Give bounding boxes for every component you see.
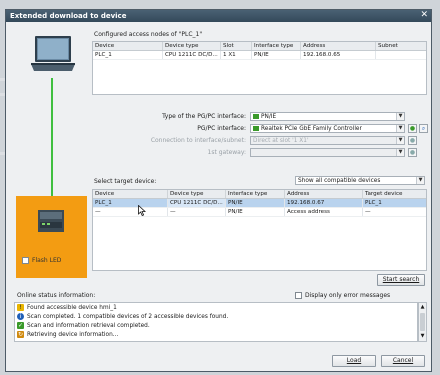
only-errors-checkbox[interactable] (295, 292, 302, 299)
status-message: i Scan completed. 1 compatible devices o… (15, 312, 417, 321)
gateway-properties-button[interactable]: ● (408, 148, 417, 157)
chevron-down-icon: ▼ (416, 177, 424, 184)
start-search-button[interactable]: Start search (377, 274, 425, 286)
cell-address: 192.168.0.65 (301, 51, 376, 59)
cell-device: PLC_1 (93, 199, 168, 207)
connection-label: Connection to interface/subnet: (150, 137, 246, 144)
col-slot: Slot (221, 42, 252, 50)
flash-led-checkbox[interactable] (22, 257, 29, 264)
scroll-down-icon[interactable]: ▼ (419, 333, 426, 339)
col-address: Address (285, 190, 363, 198)
col-interface-type: Interface type (226, 190, 285, 198)
cell-slot: 1 X1 (221, 51, 252, 59)
cell-interface-type: PN/IE (226, 199, 285, 207)
table-header: Device Device type Slot Interface type A… (93, 42, 426, 51)
scroll-thumb[interactable] (420, 313, 425, 331)
connection-value: Direct at slot '1 X1' (253, 138, 309, 144)
configured-nodes-label: Configured access nodes of "PLC_1" (94, 31, 203, 38)
pgpc-interface-label: PG/PC interface: (197, 125, 246, 132)
cell-interface-type: PN/IE (226, 208, 285, 216)
cell-device-type: — (168, 208, 226, 216)
cell-address: Access address (285, 208, 363, 216)
cancel-label: Cancel (392, 357, 414, 364)
chevron-down-icon: ▼ (396, 113, 404, 120)
status-message-text: Scan and information retrieval completed… (27, 322, 150, 329)
connection-properties-button[interactable]: ● (408, 136, 417, 145)
diagnostics-icon[interactable]: ⌕ (419, 124, 428, 133)
dialog-title-bar: Extended download to device ✕ (6, 10, 431, 22)
scroll-up-icon[interactable]: ▲ (419, 303, 426, 311)
status-log-scrollbar[interactable]: ▲ ▼ (418, 302, 427, 342)
interface-properties-button[interactable]: ● (408, 124, 417, 133)
flash-led-label: Flash LED (32, 257, 62, 264)
plc-device-icon (38, 210, 64, 232)
col-subnet: Subnet (378, 43, 398, 49)
connection-select[interactable]: Direct at slot '1 X1' ▼ (250, 136, 405, 145)
target-filter-select[interactable]: Show all compatible devices ▼ (295, 176, 425, 185)
network-card-icon (253, 126, 259, 131)
target-filter-value: Show all compatible devices (298, 178, 381, 184)
warning-icon: ! (17, 304, 24, 311)
chevron-down-icon: ▼ (396, 137, 404, 144)
pgpc-interface-value: Realtek PCIe GbE Family Controller (261, 126, 362, 132)
pgpc-type-label: Type of the PG/PC interface: (162, 113, 246, 120)
retrieve-icon: ↻ (17, 331, 24, 338)
col-target-device: Target device (365, 191, 403, 197)
pgpc-type-select[interactable]: PN/IE ▼ (250, 112, 405, 121)
status-message: ! Found accessible device hmi_1 (15, 303, 417, 312)
connection-line (51, 78, 53, 196)
cancel-button[interactable]: Cancel (381, 355, 425, 367)
status-log: ! Found accessible device hmi_1 i Scan c… (14, 302, 418, 342)
col-address: Address (301, 42, 376, 50)
pn-ie-icon (253, 114, 259, 119)
only-errors-label: Display only error messages (305, 292, 391, 299)
status-message: ↻ Retrieving device information... (15, 330, 417, 339)
col-interface-type: Interface type (252, 42, 301, 50)
target-device-label: Select target device: (94, 178, 157, 185)
pgpc-type-value: PN/IE (261, 114, 277, 120)
cell-target-device: PLC_1 (365, 200, 382, 206)
cell-address: 192.168.0.67 (285, 199, 363, 207)
close-icon[interactable]: ✕ (420, 10, 428, 20)
status-label: Online status information: (17, 292, 96, 299)
configured-nodes-table: Device Device type Slot Interface type A… (92, 41, 427, 95)
status-message: ✓ Scan and information retrieval complet… (15, 321, 417, 330)
status-message-text: Found accessible device hmi_1 (27, 304, 117, 311)
target-devices-table: Device Device type Interface type Addres… (92, 189, 427, 271)
status-message-text: Retrieving device information... (27, 331, 119, 338)
plc-target-panel: Flash LED (16, 196, 87, 278)
col-device-type: Device type (168, 190, 226, 198)
col-device: Device (93, 42, 163, 50)
cell-device-type: CPU 1211C DC/D... (163, 51, 221, 59)
col-device: Device (93, 190, 168, 198)
cell-target-device: — (365, 209, 371, 215)
status-message-text: Scan completed. 1 compatible devices of … (27, 313, 229, 320)
cell-device: PLC_1 (93, 51, 163, 59)
table-row[interactable]: PLC_1 CPU 1211C DC/D... 1 X1 PN/IE 192.1… (93, 51, 426, 60)
dialog-title: Extended download to device (10, 12, 127, 20)
load-label: Load (346, 357, 362, 364)
load-button[interactable]: Load (332, 355, 376, 367)
pgpc-interface-select[interactable]: Realtek PCIe GbE Family Controller ▼ (250, 124, 405, 133)
check-icon: ✓ (17, 322, 24, 329)
col-device-type: Device type (163, 42, 221, 50)
chevron-down-icon: ▼ (396, 125, 404, 132)
cell-device: — (93, 208, 168, 216)
chevron-down-icon: ▼ (396, 149, 404, 156)
start-search-label: Start search (382, 276, 420, 283)
pg-pc-laptop-icon (31, 36, 75, 71)
cell-subnet (376, 51, 426, 59)
gateway-select[interactable]: ▼ (250, 148, 405, 157)
info-icon: i (17, 313, 24, 320)
device-graphic-pane: Flash LED (10, 26, 95, 278)
cell-interface-type: PN/IE (252, 51, 301, 59)
cell-device-type: CPU 1211C DC/D... (168, 199, 226, 207)
table-header: Device Device type Interface type Addres… (93, 190, 426, 199)
gateway-label: 1st gateway: (207, 149, 246, 156)
extended-download-dialog: Extended download to device ✕ Flash LED (5, 9, 432, 372)
mouse-cursor-icon (138, 205, 146, 216)
